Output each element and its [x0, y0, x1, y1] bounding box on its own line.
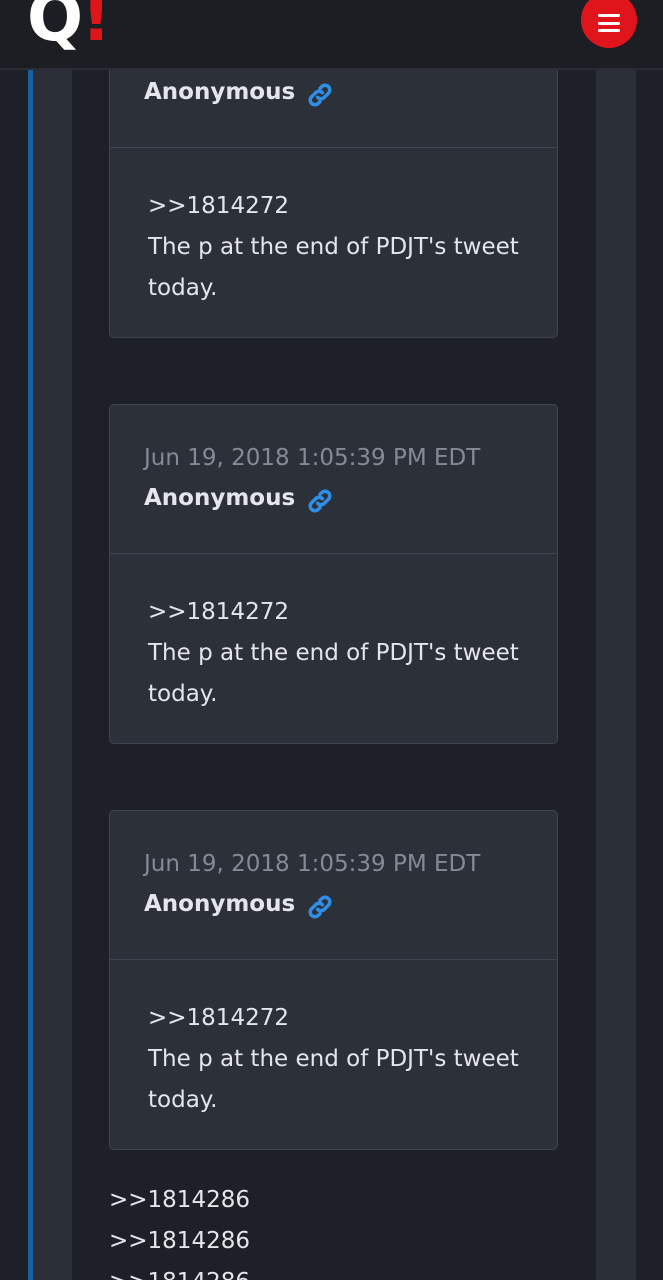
post-text-line: The p at the end of PDJT's tweet — [148, 234, 519, 260]
post-author: Anonymous — [144, 891, 296, 917]
post-card: Jun 19, 2018 1:05:39 PM EDT Anonymous >>… — [109, 404, 558, 744]
post-author: Anonymous — [144, 485, 296, 511]
post-card: Jun 19, 2018 1:05:39 PM EDT Anonymous >>… — [109, 810, 558, 1150]
post-body: >>1814272 The p at the end of PDJT's twe… — [110, 148, 557, 337]
post-reply-ref[interactable]: >>1814272 — [148, 598, 289, 626]
post-text-line: today. — [148, 1087, 218, 1113]
top-navigation-bar: Q! — [0, 0, 663, 70]
post-date: Jun 19, 2018 1:05:39 PM EDT — [144, 445, 481, 471]
post-date: Jun 19, 2018 1:05:39 PM EDT — [144, 851, 481, 877]
menu-button[interactable] — [581, 0, 637, 48]
reference-link[interactable]: >>1814286 — [109, 1227, 250, 1255]
page: Anonymous >>1814272 The p at the end of … — [0, 0, 663, 1280]
post-reply-ref[interactable]: >>1814272 — [148, 1004, 289, 1032]
post-text-line: The p at the end of PDJT's tweet — [148, 640, 519, 666]
post-text-line: The p at the end of PDJT's tweet — [148, 1046, 519, 1072]
post-reply-ref[interactable]: >>1814272 — [148, 192, 289, 220]
link-icon[interactable] — [306, 893, 334, 921]
reference-link[interactable]: >>1814286 — [109, 1186, 250, 1214]
post-body: >>1814272 The p at the end of PDJT's twe… — [110, 554, 557, 743]
post-body: >>1814272 The p at the end of PDJT's twe… — [110, 960, 557, 1149]
post-text-line: today. — [148, 275, 218, 301]
post-text-line: today. — [148, 681, 218, 707]
post-author: Anonymous — [144, 79, 296, 105]
thread-indent-bar-right — [596, 70, 636, 1280]
site-logo[interactable]: Q! — [27, 0, 111, 56]
logo-letter: Q — [27, 0, 83, 56]
thread-indent-bar-left — [28, 70, 72, 1280]
post-header: Jun 19, 2018 1:05:39 PM EDT Anonymous — [110, 405, 557, 554]
hamburger-menu-icon — [598, 14, 620, 32]
link-icon[interactable] — [306, 487, 334, 515]
logo-bang: ! — [81, 0, 111, 56]
reference-link[interactable]: >>1814286 — [109, 1268, 250, 1280]
link-icon[interactable] — [306, 81, 334, 109]
post-header: Jun 19, 2018 1:05:39 PM EDT Anonymous — [110, 811, 557, 960]
